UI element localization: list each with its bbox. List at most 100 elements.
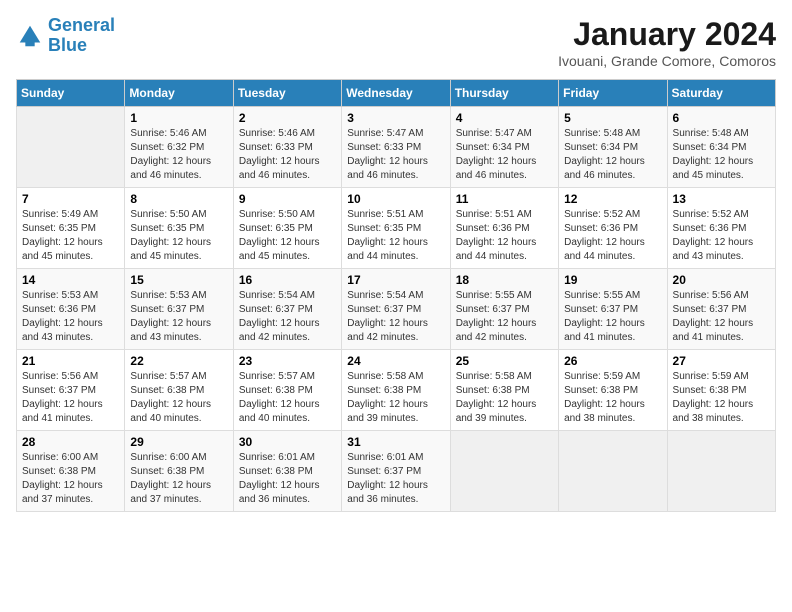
col-monday: Monday [125, 80, 233, 107]
day-info: Sunrise: 5:56 AM Sunset: 6:37 PM Dayligh… [22, 370, 119, 426]
day-info: Sunrise: 5:51 AM Sunset: 6:35 PM Dayligh… [347, 208, 444, 264]
table-row: 11Sunrise: 5:51 AM Sunset: 6:36 PM Dayli… [450, 188, 558, 269]
day-info: Sunrise: 5:52 AM Sunset: 6:36 PM Dayligh… [564, 208, 661, 264]
table-row [559, 431, 667, 512]
day-info: Sunrise: 5:51 AM Sunset: 6:36 PM Dayligh… [456, 208, 553, 264]
col-tuesday: Tuesday [233, 80, 341, 107]
table-row: 16 Sunrise: 5:54 AM Sunset: 6:37 PM Dayli… [233, 269, 341, 350]
title-block: January 2024 Ivouani, Grande Comore, Com… [558, 16, 776, 69]
day-info: Sunrise: 5:48 AM Sunset: 6:34 PM Dayligh… [673, 127, 770, 183]
table-row: 31Sunrise: 6:01 AM Sunset: 6:37 PM Dayli… [342, 431, 450, 512]
day-number: 15 [130, 273, 227, 287]
table-row: 26Sunrise: 5:59 AM Sunset: 6:38 PM Dayli… [559, 350, 667, 431]
day-number: 23 [239, 354, 336, 368]
day-number: 6 [673, 111, 770, 125]
day-number: 7 [22, 192, 119, 206]
page-header: GeneralBlue January 2024 Ivouani, Grande… [16, 16, 776, 69]
calendar-week-3: 14 Sunrise: 5:53 AM Sunset: 6:36 PM Dayli… [17, 269, 776, 350]
day-info: Sunrise: 5:47 AM Sunset: 6:33 PM Dayligh… [347, 127, 444, 183]
day-number: 25 [456, 354, 553, 368]
col-wednesday: Wednesday [342, 80, 450, 107]
table-row: 24 Sunrise: 5:58 AM Sunset: 6:38 PM Dayli… [342, 350, 450, 431]
table-row: 10 Sunrise: 5:51 AM Sunset: 6:35 PM Dayli… [342, 188, 450, 269]
day-number: 8 [130, 192, 227, 206]
day-info: Sunrise: 5:55 AM Sunset: 6:37 PM Dayligh… [456, 289, 553, 345]
location-subtitle: Ivouani, Grande Comore, Comoros [558, 53, 776, 69]
day-info: Sunrise: 5:46 AM Sunset: 6:33 PM Dayligh… [239, 127, 336, 183]
table-row: 30 Sunrise: 6:01 AM Sunset: 6:38 PM Dayli… [233, 431, 341, 512]
day-info: Sunrise: 5:53 AM Sunset: 6:36 PM Dayligh… [22, 289, 119, 345]
table-row: 22 Sunrise: 5:57 AM Sunset: 6:38 PM Dayli… [125, 350, 233, 431]
table-row: 13 Sunrise: 5:52 AM Sunset: 6:36 PM Dayli… [667, 188, 775, 269]
day-number: 27 [673, 354, 770, 368]
day-number: 9 [239, 192, 336, 206]
day-info: Sunrise: 5:58 AM Sunset: 6:38 PM Dayligh… [456, 370, 553, 426]
day-number: 10 [347, 192, 444, 206]
calendar-week-2: 7 Sunrise: 5:49 AM Sunset: 6:35 PM Daylig… [17, 188, 776, 269]
day-info: Sunrise: 5:57 AM Sunset: 6:38 PM Dayligh… [130, 370, 227, 426]
day-info: Sunrise: 6:01 AM Sunset: 6:38 PM Dayligh… [239, 451, 336, 507]
day-info: Sunrise: 5:58 AM Sunset: 6:38 PM Dayligh… [347, 370, 444, 426]
day-info: Sunrise: 5:53 AM Sunset: 6:37 PM Dayligh… [130, 289, 227, 345]
day-info: Sunrise: 5:49 AM Sunset: 6:35 PM Dayligh… [22, 208, 119, 264]
table-row: 6 Sunrise: 5:48 AM Sunset: 6:34 PM Daylig… [667, 107, 775, 188]
day-number: 24 [347, 354, 444, 368]
table-row: 25 Sunrise: 5:58 AM Sunset: 6:38 PM Dayli… [450, 350, 558, 431]
logo-icon [16, 22, 44, 50]
col-thursday: Thursday [450, 80, 558, 107]
table-row: 15 Sunrise: 5:53 AM Sunset: 6:37 PM Dayli… [125, 269, 233, 350]
day-info: Sunrise: 5:47 AM Sunset: 6:34 PM Dayligh… [456, 127, 553, 183]
day-info: Sunrise: 5:56 AM Sunset: 6:37 PM Dayligh… [673, 289, 770, 345]
table-row: 20 Sunrise: 5:56 AM Sunset: 6:37 PM Dayli… [667, 269, 775, 350]
table-row: 23 Sunrise: 5:57 AM Sunset: 6:38 PM Dayli… [233, 350, 341, 431]
calendar-table: Sunday Monday Tuesday Wednesday Thursday… [16, 79, 776, 512]
day-number: 4 [456, 111, 553, 125]
day-info: Sunrise: 6:00 AM Sunset: 6:38 PM Dayligh… [130, 451, 227, 507]
day-number: 21 [22, 354, 119, 368]
day-info: Sunrise: 5:46 AM Sunset: 6:32 PM Dayligh… [130, 127, 227, 183]
day-number: 26 [564, 354, 661, 368]
table-row: 4 Sunrise: 5:47 AM Sunset: 6:34 PM Daylig… [450, 107, 558, 188]
day-info: Sunrise: 5:50 AM Sunset: 6:35 PM Dayligh… [239, 208, 336, 264]
table-row: 2 Sunrise: 5:46 AM Sunset: 6:33 PM Daylig… [233, 107, 341, 188]
day-info: Sunrise: 5:59 AM Sunset: 6:38 PM Dayligh… [673, 370, 770, 426]
day-number: 5 [564, 111, 661, 125]
day-number: 2 [239, 111, 336, 125]
day-number: 13 [673, 192, 770, 206]
day-info: Sunrise: 5:54 AM Sunset: 6:37 PM Dayligh… [239, 289, 336, 345]
table-row [17, 107, 125, 188]
col-friday: Friday [559, 80, 667, 107]
table-row: 17 Sunrise: 5:54 AM Sunset: 6:37 PM Dayli… [342, 269, 450, 350]
month-title: January 2024 [558, 16, 776, 53]
table-row: 18 Sunrise: 5:55 AM Sunset: 6:37 PM Dayli… [450, 269, 558, 350]
table-row: 7 Sunrise: 5:49 AM Sunset: 6:35 PM Daylig… [17, 188, 125, 269]
day-number: 22 [130, 354, 227, 368]
day-number: 18 [456, 273, 553, 287]
table-row: 28 Sunrise: 6:00 AM Sunset: 6:38 PM Dayli… [17, 431, 125, 512]
table-row: 5 Sunrise: 5:48 AM Sunset: 6:34 PM Daylig… [559, 107, 667, 188]
day-info: Sunrise: 5:57 AM Sunset: 6:38 PM Dayligh… [239, 370, 336, 426]
day-number: 14 [22, 273, 119, 287]
day-info: Sunrise: 5:54 AM Sunset: 6:37 PM Dayligh… [347, 289, 444, 345]
day-number: 17 [347, 273, 444, 287]
col-sunday: Sunday [17, 80, 125, 107]
day-info: Sunrise: 5:48 AM Sunset: 6:34 PM Dayligh… [564, 127, 661, 183]
logo: GeneralBlue [16, 16, 115, 56]
table-row [667, 431, 775, 512]
day-number: 31 [347, 435, 444, 449]
table-row: 3Sunrise: 5:47 AM Sunset: 6:33 PM Daylig… [342, 107, 450, 188]
day-number: 16 [239, 273, 336, 287]
table-row: 1 Sunrise: 5:46 AM Sunset: 6:32 PM Daylig… [125, 107, 233, 188]
table-row: 14 Sunrise: 5:53 AM Sunset: 6:36 PM Dayli… [17, 269, 125, 350]
day-info: Sunrise: 6:00 AM Sunset: 6:38 PM Dayligh… [22, 451, 119, 507]
day-number: 28 [22, 435, 119, 449]
day-number: 12 [564, 192, 661, 206]
table-row: 8 Sunrise: 5:50 AM Sunset: 6:35 PM Daylig… [125, 188, 233, 269]
day-info: Sunrise: 5:52 AM Sunset: 6:36 PM Dayligh… [673, 208, 770, 264]
calendar-header-row: Sunday Monday Tuesday Wednesday Thursday… [17, 80, 776, 107]
day-number: 30 [239, 435, 336, 449]
day-number: 20 [673, 273, 770, 287]
day-info: Sunrise: 5:50 AM Sunset: 6:35 PM Dayligh… [130, 208, 227, 264]
table-row: 9 Sunrise: 5:50 AM Sunset: 6:35 PM Daylig… [233, 188, 341, 269]
day-number: 1 [130, 111, 227, 125]
